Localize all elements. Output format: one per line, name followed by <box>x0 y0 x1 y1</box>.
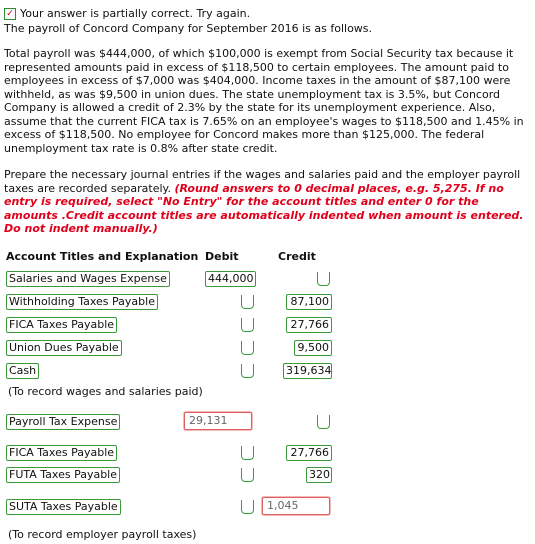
header-account: Account Titles and Explanation <box>6 250 199 263</box>
empty-correct-icon <box>317 272 330 286</box>
empty-correct-icon <box>241 468 254 482</box>
entry-caption: (To record employer payroll taxes) <box>8 528 197 541</box>
account-select[interactable]: Payroll Tax Expense <box>6 414 121 430</box>
credit-input[interactable]: 27,766 <box>286 445 332 461</box>
empty-correct-icon <box>241 295 254 309</box>
credit-input[interactable]: 320 <box>306 467 332 483</box>
empty-correct-icon <box>241 364 254 378</box>
instructions: Prepare the necessary journal entries if… <box>4 168 529 236</box>
empty-correct-icon <box>241 341 254 355</box>
account-select[interactable]: FICA Taxes Payable <box>6 445 118 461</box>
account-select[interactable]: Withholding Taxes Payable <box>6 294 158 310</box>
account-select[interactable]: Cash <box>6 363 40 379</box>
debit-input[interactable]: 444,000 <box>205 271 256 287</box>
account-select[interactable]: Union Dues Payable <box>6 340 122 356</box>
entry-caption: (To record wages and salaries paid) <box>8 385 203 398</box>
account-select[interactable]: Salaries and Wages Expense <box>6 271 170 287</box>
credit-input[interactable]: 27,766 <box>286 317 332 333</box>
empty-correct-icon <box>317 415 330 429</box>
status-message: ✓ Your answer is partially correct. Try … <box>4 7 250 20</box>
account-select[interactable]: FUTA Taxes Payable <box>6 467 121 483</box>
debit-input-incorrect[interactable]: 29,131 <box>184 412 252 430</box>
credit-input[interactable]: 319,634 <box>283 363 332 379</box>
header-debit: Debit <box>205 250 239 263</box>
header-credit: Credit <box>278 250 316 263</box>
credit-input-incorrect[interactable]: 1,045 <box>262 497 330 515</box>
account-select[interactable]: FICA Taxes Payable <box>6 317 118 333</box>
check-icon: ✓ <box>4 7 16 20</box>
intro-text: The payroll of Concord Company for Septe… <box>4 22 373 35</box>
status-text: Your answer is partially correct. Try ag… <box>20 7 251 20</box>
empty-correct-icon <box>241 500 254 514</box>
credit-input[interactable]: 87,100 <box>286 294 332 310</box>
empty-correct-icon <box>241 318 254 332</box>
account-select[interactable]: SUTA Taxes Payable <box>6 499 121 515</box>
problem-text: Total payroll was $444,000, of which $10… <box>4 47 524 155</box>
empty-correct-icon <box>241 446 254 460</box>
credit-input[interactable]: 9,500 <box>294 340 332 356</box>
